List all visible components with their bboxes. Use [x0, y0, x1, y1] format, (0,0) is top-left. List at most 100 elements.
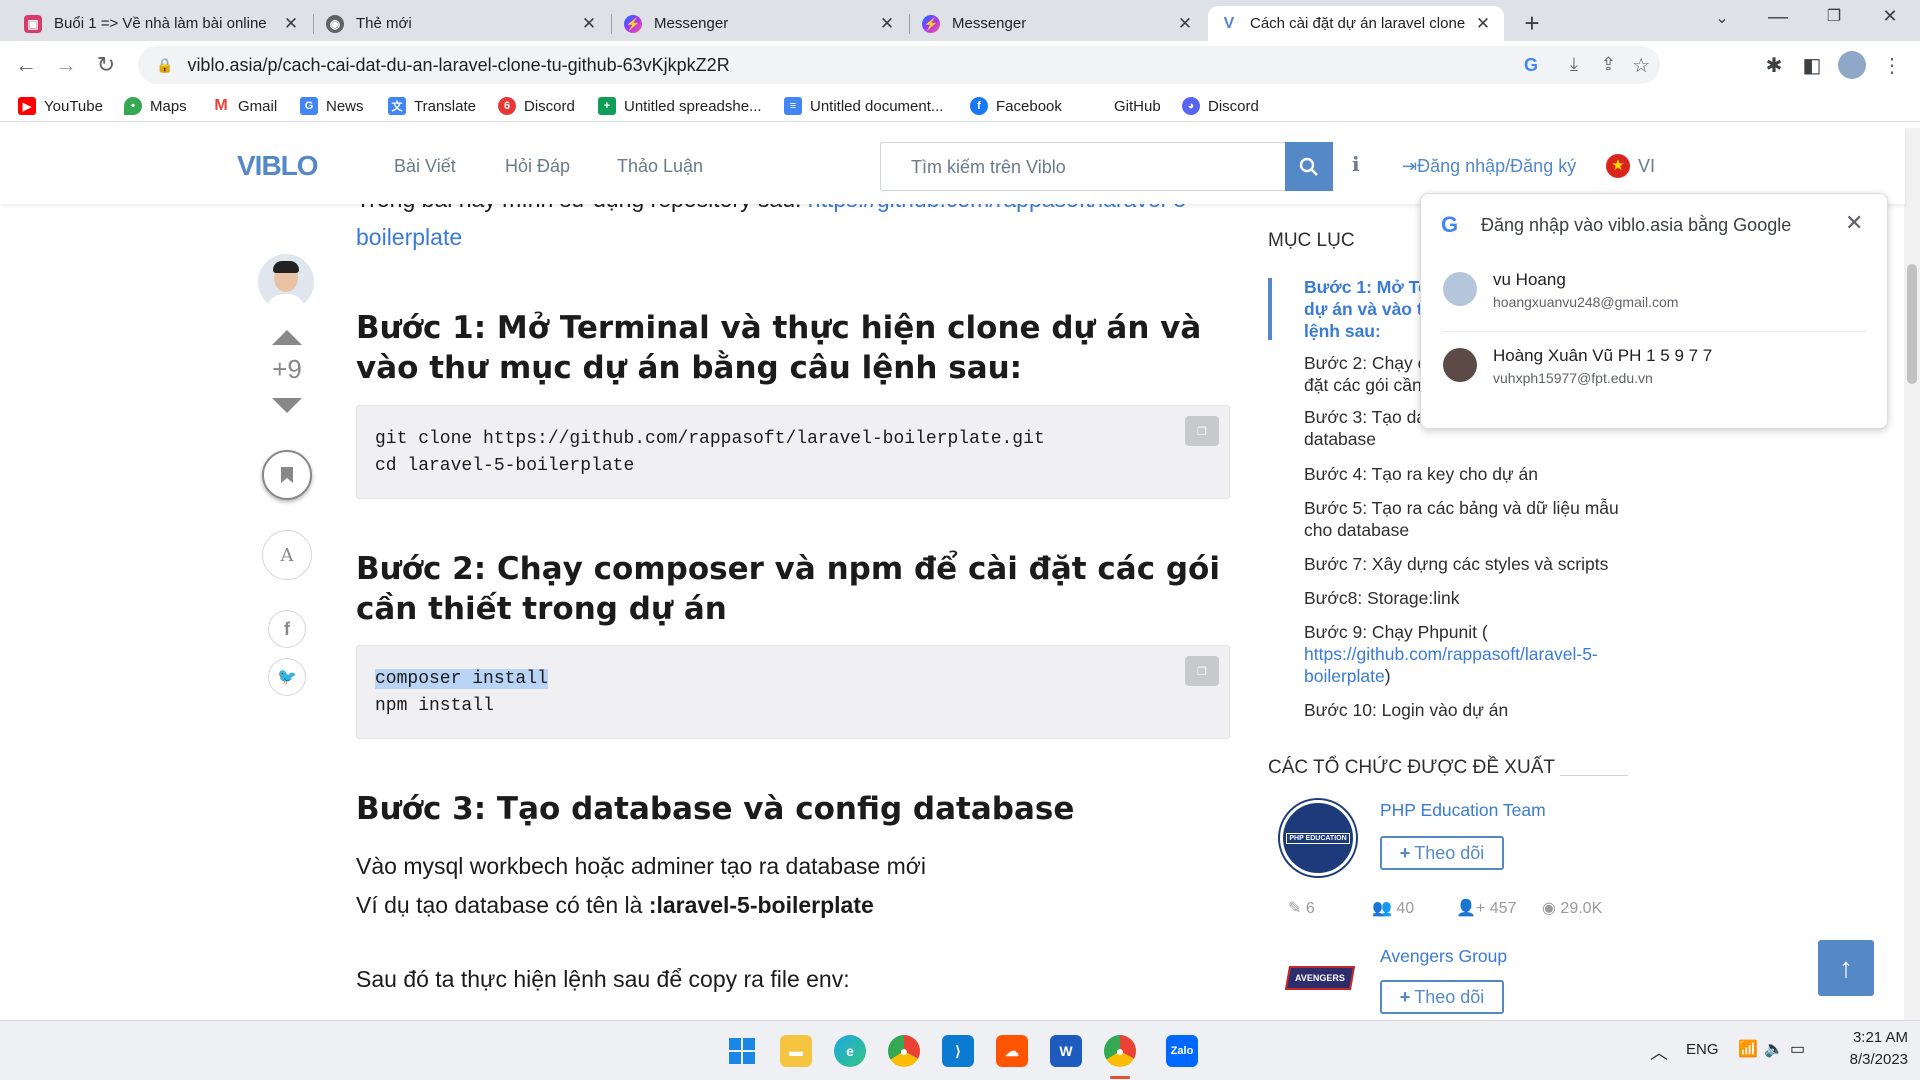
bookmark-discord-2[interactable]: ◕ Discord — [1182, 95, 1259, 117]
author-avatar[interactable] — [258, 254, 314, 310]
popup-title: Đăng nhập vào viblo.asia bằng Google — [1481, 215, 1792, 235]
scrollbar-thumb[interactable] — [1907, 264, 1917, 384]
close-tab-icon[interactable]: ✕ — [878, 14, 896, 34]
bookmark-maps[interactable]: • Maps — [124, 95, 187, 117]
facebook-share-icon[interactable]: f — [268, 610, 306, 648]
copy-icon[interactable]: ❐ — [1185, 656, 1219, 686]
tab-viblo-active[interactable]: V Cách cài đặt dự án laravel clone t ✕ — [1208, 6, 1504, 41]
language-switch[interactable]: VI — [1638, 156, 1655, 177]
chrome-profile-icon[interactable]: ● — [1104, 1035, 1136, 1067]
toc-item-4[interactable]: Bước 4: Tạo ra key cho dự án — [1304, 463, 1634, 485]
close-tab-icon[interactable]: ✕ — [1176, 14, 1194, 34]
wifi-icon[interactable]: 📶 — [1738, 1039, 1758, 1059]
edge-icon[interactable]: e — [834, 1035, 866, 1067]
file-explorer-icon[interactable]: ▬ — [780, 1035, 812, 1067]
toc-item-8[interactable]: Bước8: Storage:link — [1304, 587, 1634, 609]
tab-new-tab[interactable]: ◉ Thẻ mới ✕ — [314, 6, 610, 41]
google-account-2[interactable]: Hoàng Xuân Vũ PH 1 5 9 7 7 vuhxph15977@f… — [1443, 338, 1867, 408]
step3-paragraph-3: Sau đó ta thực hiện lệnh sau để copy ra … — [356, 966, 850, 992]
lock-icon: 🔒 — [156, 56, 174, 73]
google-lens-icon[interactable]: G — [1524, 55, 1538, 76]
toc-item-9[interactable]: Bước 9: Chạy Phpunit ( https://github.co… — [1304, 621, 1634, 687]
viblo-logo[interactable]: VIBLO — [237, 150, 319, 182]
bookmark-gmail[interactable]: M Gmail — [212, 95, 277, 117]
close-tab-icon[interactable]: ✕ — [580, 14, 598, 34]
extensions-icon[interactable]: ✱ — [1758, 49, 1790, 81]
nav-posts[interactable]: Bài Viết — [394, 156, 456, 177]
clock-date[interactable]: 8/3/2023 — [1836, 1051, 1908, 1068]
nav-discussions[interactable]: Thảo Luận — [617, 156, 703, 177]
font-size-icon[interactable]: A — [262, 530, 312, 580]
bookmark-news[interactable]: G News — [300, 95, 364, 117]
minimize-button[interactable]: — — [1763, 6, 1793, 30]
search-icon — [1299, 157, 1318, 176]
downvote-icon[interactable] — [272, 398, 302, 413]
bookmark-document[interactable]: ≡ Untitled document... — [784, 95, 943, 117]
close-tab-icon[interactable]: ✕ — [1474, 14, 1492, 34]
volume-icon[interactable]: 🔈 — [1764, 1039, 1784, 1059]
restore-button[interactable]: ❐ — [1819, 6, 1849, 30]
forward-button[interactable]: → — [50, 49, 82, 81]
tray-chevron-icon[interactable]: ︿ — [1650, 1039, 1668, 1065]
login-link[interactable]: ⇥Đăng nhập/Đăng ký — [1402, 156, 1576, 177]
word-icon[interactable]: W — [1050, 1035, 1082, 1067]
page-scrollbar[interactable] — [1904, 128, 1920, 1020]
battery-icon[interactable]: ▭ — [1790, 1039, 1805, 1059]
toc-item-7[interactable]: Bước 7: Xây dựng các styles và scripts — [1304, 553, 1634, 575]
tab-search-chevron-icon[interactable]: ⌄ — [1707, 8, 1737, 32]
info-icon[interactable]: i — [1352, 152, 1360, 176]
share-icon[interactable]: ⇪ — [1601, 54, 1616, 75]
toc-item-5[interactable]: Bước 5: Tạo ra các bảng và dữ liệu mẫu c… — [1304, 497, 1634, 541]
chrome-menu-icon[interactable]: ⋮ — [1876, 49, 1908, 81]
google-account-1[interactable]: vu Hoang hoangxuanvu248@gmail.com — [1443, 262, 1867, 332]
vscode-icon[interactable]: ⟩ — [942, 1035, 974, 1067]
org-name-avengers[interactable]: Avengers Group — [1380, 946, 1507, 967]
bookmark-button[interactable] — [262, 450, 312, 500]
nav-questions[interactable]: Hỏi Đáp — [505, 156, 570, 177]
popup-close-icon[interactable]: ✕ — [1845, 210, 1863, 236]
upvote-icon[interactable] — [272, 330, 302, 345]
bookmark-translate[interactable]: 文 Translate — [388, 95, 476, 117]
search-button[interactable] — [1285, 142, 1333, 191]
search-input[interactable]: Tìm kiếm trên Viblo — [880, 142, 1286, 191]
follow-button-php[interactable]: + Theo dõi — [1380, 836, 1504, 870]
bookmark-facebook[interactable]: f Facebook — [970, 95, 1062, 117]
org-name-php[interactable]: PHP Education Team — [1380, 800, 1546, 821]
avengers-logo[interactable]: AVENGERS — [1282, 950, 1358, 1006]
back-button[interactable]: ← — [10, 49, 42, 81]
clock-time[interactable]: 3:21 AM — [1836, 1029, 1908, 1046]
php-education-logo[interactable]: PHP EDUCATION — [1280, 800, 1356, 876]
side-panel-icon[interactable]: ◧ — [1796, 49, 1828, 81]
copy-icon[interactable]: ❐ — [1185, 416, 1219, 446]
twitter-share-icon[interactable]: 🐦 — [268, 658, 306, 696]
zalo-icon[interactable]: Zalo — [1166, 1035, 1198, 1067]
window-close-button[interactable]: ✕ — [1875, 6, 1905, 30]
bookmark-youtube[interactable]: ▶ YouTube — [18, 95, 103, 117]
bookmark-spreadsheet[interactable]: + Untitled spreadshe... — [598, 95, 762, 117]
tab-messenger-1[interactable]: ⚡ Messenger ✕ — [612, 6, 908, 41]
bookmark-github[interactable]: GitHub — [1088, 95, 1161, 117]
chrome-icon: ◉ — [326, 14, 344, 33]
google-icon: G — [1441, 212, 1459, 237]
repo-link-end[interactable]: boilerplate — [356, 224, 462, 251]
install-app-icon[interactable]: ⤓ — [1570, 54, 1578, 75]
bookmark-star-icon[interactable]: ☆ — [1632, 53, 1650, 78]
address-bar[interactable]: 🔒 viblo.asia/p/cach-cai-dat-du-an-larave… — [138, 46, 1660, 84]
close-tab-icon[interactable]: ✕ — [282, 14, 300, 34]
windows-start-icon[interactable] — [726, 1035, 758, 1067]
step3-paragraph-2: Ví dụ tạo database có tên là :laravel-5-… — [356, 892, 874, 918]
reload-button[interactable]: ↻ — [90, 49, 122, 81]
messenger-icon: ⚡ — [922, 14, 940, 33]
bookmark-discord[interactable]: 6 Discord — [498, 95, 575, 117]
scroll-to-top-button[interactable]: ↑ — [1818, 940, 1874, 996]
chrome-icon[interactable]: ● — [888, 1035, 920, 1067]
follow-button-avengers[interactable]: + Theo dõi — [1380, 980, 1504, 1014]
toc-item-10[interactable]: Bước 10: Login vào dự án — [1304, 699, 1634, 721]
profile-avatar[interactable] — [1838, 51, 1866, 79]
tab-messenger-2[interactable]: ⚡ Messenger ✕ — [910, 6, 1206, 41]
eye-icon: ◉ — [1542, 900, 1556, 917]
tab-classroom[interactable]: ▣ Buổi 1 => Về nhà làm bài online ✕ — [12, 6, 312, 41]
input-language[interactable]: ENG — [1686, 1041, 1719, 1058]
soundcloud-icon[interactable]: ☁ — [996, 1035, 1028, 1067]
new-tab-button[interactable]: + — [1517, 8, 1547, 38]
